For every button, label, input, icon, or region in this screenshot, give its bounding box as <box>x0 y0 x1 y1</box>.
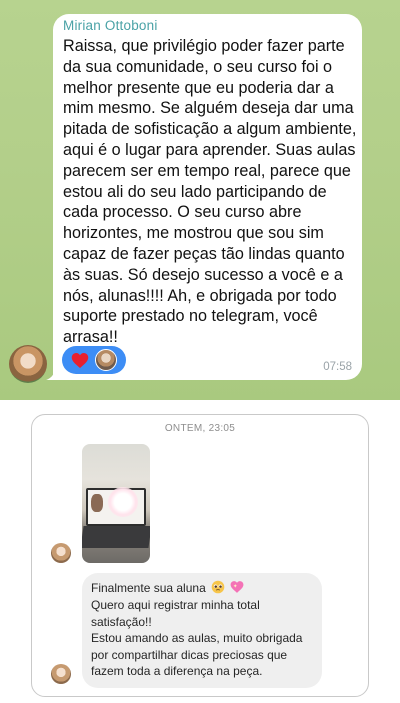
sender-avatar[interactable] <box>9 345 47 383</box>
pleading-face-icon <box>211 580 225 594</box>
photo-blur-sticker <box>108 487 138 517</box>
bubble-tail <box>46 362 62 380</box>
sender-avatar-small[interactable] <box>51 664 71 684</box>
shared-photo[interactable] <box>82 444 150 563</box>
first-line-text: Finalmente sua aluna <box>91 581 206 595</box>
message-bubble-dm[interactable]: Finalmente sua aluna Quero aqui registra… <box>82 573 322 688</box>
message-time: 07:58 <box>323 361 352 373</box>
date-separator: ONTEM, 23:05 <box>164 423 236 434</box>
message-body: Quero aqui registrar minha total satisfa… <box>91 598 303 678</box>
message-bubble[interactable]: Mirian Ottoboni Raissa, que privilégio p… <box>53 14 362 380</box>
photo-person <box>91 494 103 512</box>
sender-avatar-small[interactable] <box>51 543 71 563</box>
reaction-badge[interactable] <box>62 346 126 374</box>
message-first-line: Finalmente sua aluna <box>91 580 321 597</box>
telegram-chat-panel: Mirian Ottoboni Raissa, que privilégio p… <box>0 0 400 400</box>
direct-message-card: ONTEM, 23:05 Finalmente sua aluna Quero … <box>31 414 369 697</box>
sparkling-heart-icon <box>231 581 244 593</box>
reactor-avatar <box>95 349 117 371</box>
laptop-keyboard <box>82 526 150 548</box>
sender-name[interactable]: Mirian Ottoboni <box>63 18 158 33</box>
message-text: Raissa, que privilégio poder fazer parte… <box>63 37 357 347</box>
heart-icon <box>71 353 89 368</box>
